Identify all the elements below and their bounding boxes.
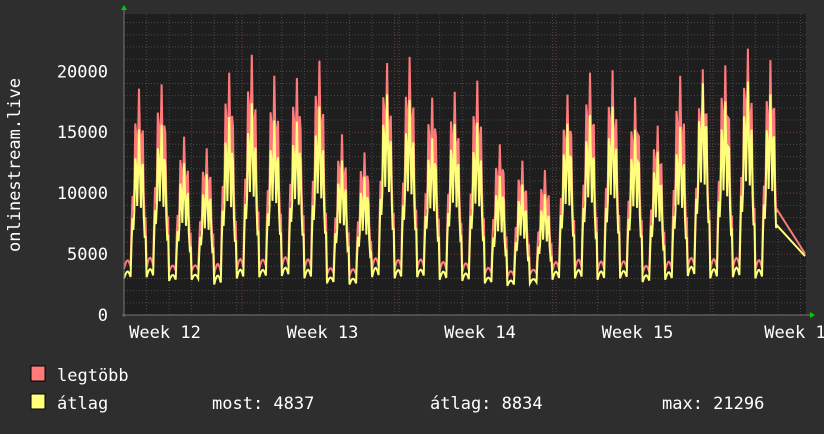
x-tick-label: Week 1 bbox=[764, 323, 824, 343]
y-tick-label: 5000 bbox=[67, 245, 108, 265]
x-axis-arrow-icon bbox=[810, 312, 815, 318]
rrd-graph: 05000100001500020000 Week 12 Week 13 Week … bbox=[5, 5, 824, 414]
x-tick-label: Week 13 bbox=[287, 323, 359, 343]
y-tick-label: 0 bbox=[98, 306, 108, 326]
y-tick-label: 10000 bbox=[57, 184, 108, 204]
x-tick-label: Week 14 bbox=[444, 323, 516, 343]
x-axis-ticks: Week 12 Week 13 Week 14 Week 15 Week 1 bbox=[129, 323, 824, 343]
stat-most: most: 4837 bbox=[212, 394, 314, 414]
legend-swatch-avg bbox=[30, 393, 46, 410]
y-axis-label: onlinestream.live bbox=[5, 78, 25, 252]
legend-label-max: legtöbb bbox=[57, 366, 129, 386]
stat-atlag: átlag: 8834 bbox=[430, 394, 543, 414]
legend-swatch-max bbox=[30, 365, 46, 382]
y-axis-ticks: 0 5000 10000 15000 20000 bbox=[57, 62, 108, 326]
y-tick-label: 15000 bbox=[57, 123, 108, 143]
stat-max: max: 21296 bbox=[662, 394, 764, 414]
legend: legtöbb átlag most: 4837 átlag: 8834 max… bbox=[30, 365, 764, 414]
x-tick-label: Week 15 bbox=[602, 323, 674, 343]
x-tick-label: Week 12 bbox=[129, 323, 201, 343]
legend-label-avg: átlag bbox=[57, 394, 108, 414]
y-axis-arrow-icon bbox=[121, 5, 127, 10]
y-tick-label: 20000 bbox=[57, 62, 108, 82]
